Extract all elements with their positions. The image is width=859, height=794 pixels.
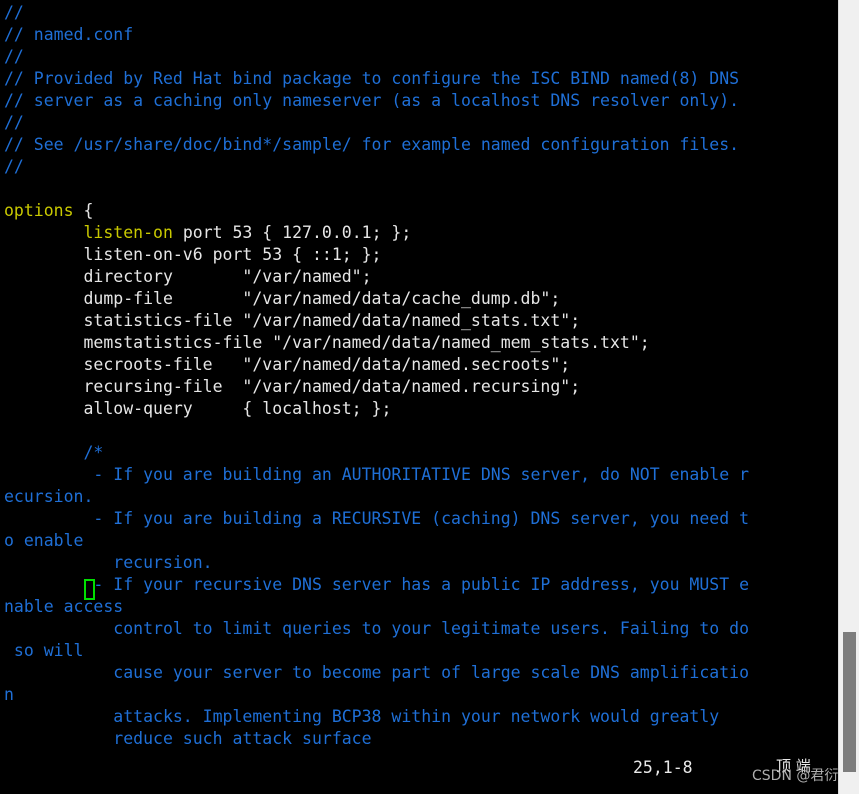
comment-text: - If your recursive DNS server has a pub… [4, 575, 750, 594]
editor-line: allow-query { localhost; }; [4, 398, 838, 420]
editor-line: ecursion. [4, 486, 838, 508]
comment-text: // named.conf [4, 25, 134, 44]
editor-line: /* [4, 442, 838, 464]
editor-line: - If you are building an AUTHORITATIVE D… [4, 464, 838, 486]
vim-status-line: 25,1-8 顶 端 [0, 754, 838, 794]
editor-line: options { [4, 200, 838, 222]
comment-text: n [4, 685, 14, 704]
comment-text: recursion. [4, 553, 213, 572]
config-text: dump-file "/var/named/data/cache_dump.db… [4, 289, 561, 308]
config-text: statistics-file "/var/named/data/named_s… [4, 311, 581, 330]
comment-text: // [4, 113, 24, 132]
comment-text: - If you are building a RECURSIVE (cachi… [4, 509, 750, 528]
editor-line: o enable [4, 530, 838, 552]
editor-line: // Provided by Red Hat bind package to c… [4, 68, 838, 90]
comment-text: o enable [4, 531, 84, 550]
comment-text: // See /usr/share/doc/bind*/sample/ for … [4, 135, 740, 154]
vertical-scrollbar[interactable] [838, 0, 859, 794]
editor-line: listen-on port 53 { 127.0.0.1; }; [4, 222, 838, 244]
config-text: allow-query { localhost; }; [4, 399, 392, 418]
config-value: { [73, 201, 94, 220]
comment-text: // [4, 157, 24, 176]
config-text: secroots-file "/var/named/data/named.sec… [4, 355, 571, 374]
editor-line: memstatistics-file "/var/named/data/name… [4, 332, 838, 354]
editor-line: recursing-file "/var/named/data/named.re… [4, 376, 838, 398]
editor-line: // [4, 46, 838, 68]
editor-line: recursion. [4, 552, 838, 574]
editor-line: // server as a caching only nameserver (… [4, 90, 838, 112]
cursor-position-ruler: 25,1-8 [633, 758, 693, 777]
comment-text: // [4, 3, 24, 22]
editor-line: cause your server to become part of larg… [4, 662, 838, 684]
scrollbar-thumb[interactable] [843, 632, 856, 772]
editor-line: nable access [4, 596, 838, 618]
editor-line: // named.conf [4, 24, 838, 46]
editor-line: statistics-file "/var/named/data/named_s… [4, 310, 838, 332]
comment-text: so will [4, 641, 84, 660]
config-keyword: options [4, 201, 74, 220]
comment-text: // server as a caching only nameserver (… [4, 91, 740, 110]
comment-text: reduce such attack surface [4, 729, 372, 748]
editor-line: n [4, 684, 838, 706]
config-text: recursing-file "/var/named/data/named.re… [4, 377, 581, 396]
comment-text: control to limit queries to your legitim… [4, 619, 750, 638]
editor-line: attacks. Implementing BCP38 within your … [4, 706, 838, 728]
editor-line: secroots-file "/var/named/data/named.sec… [4, 354, 838, 376]
editor-line: dump-file "/var/named/data/cache_dump.db… [4, 288, 838, 310]
editor-line: so will [4, 640, 838, 662]
comment-text: ecursion. [4, 487, 94, 506]
config-text: directory "/var/named"; [4, 267, 372, 286]
config-text: memstatistics-file "/var/named/data/name… [4, 333, 650, 352]
text-cursor [84, 579, 95, 600]
terminal-window: // // named.conf // // Provided by Red Hat … [0, 0, 859, 794]
editor-line: listen-on-v6 port 53 { ::1; }; [4, 244, 838, 266]
csdn-watermark: CSDN @君衍. [752, 768, 843, 784]
editor-line: - If you are building a RECURSIVE (cachi… [4, 508, 838, 530]
config-text: listen-on-v6 port 53 { ::1; }; [4, 245, 382, 264]
comment-text: nable access [4, 597, 124, 616]
editor-line: // See /usr/share/doc/bind*/sample/ for … [4, 134, 838, 156]
editor-line: // [4, 156, 838, 178]
editor-line: // [4, 2, 838, 24]
editor-line: // [4, 112, 838, 134]
editor-blank-line [4, 420, 838, 442]
comment-text: /* [4, 443, 104, 462]
editor-line: reduce such attack surface [4, 728, 838, 750]
editor-blank-line [4, 178, 838, 200]
editor-line: directory "/var/named"; [4, 266, 838, 288]
config-value: port 53 { 127.0.0.1; }; [172, 223, 412, 242]
comment-text: // Provided by Red Hat bind package to c… [4, 69, 740, 88]
config-keyword: listen-on [83, 223, 173, 242]
comment-text: // [4, 47, 24, 66]
editor-line: control to limit queries to your legitim… [4, 618, 838, 640]
comment-text: attacks. Implementing BCP38 within your … [4, 707, 720, 726]
comment-text: cause your server to become part of larg… [4, 663, 750, 682]
editor-text-buffer[interactable]: // // named.conf // // Provided by Red Hat … [0, 0, 838, 794]
comment-text: - If you are building an AUTHORITATIVE D… [4, 465, 750, 484]
editor-line: - If your recursive DNS server has a pub… [4, 574, 838, 596]
